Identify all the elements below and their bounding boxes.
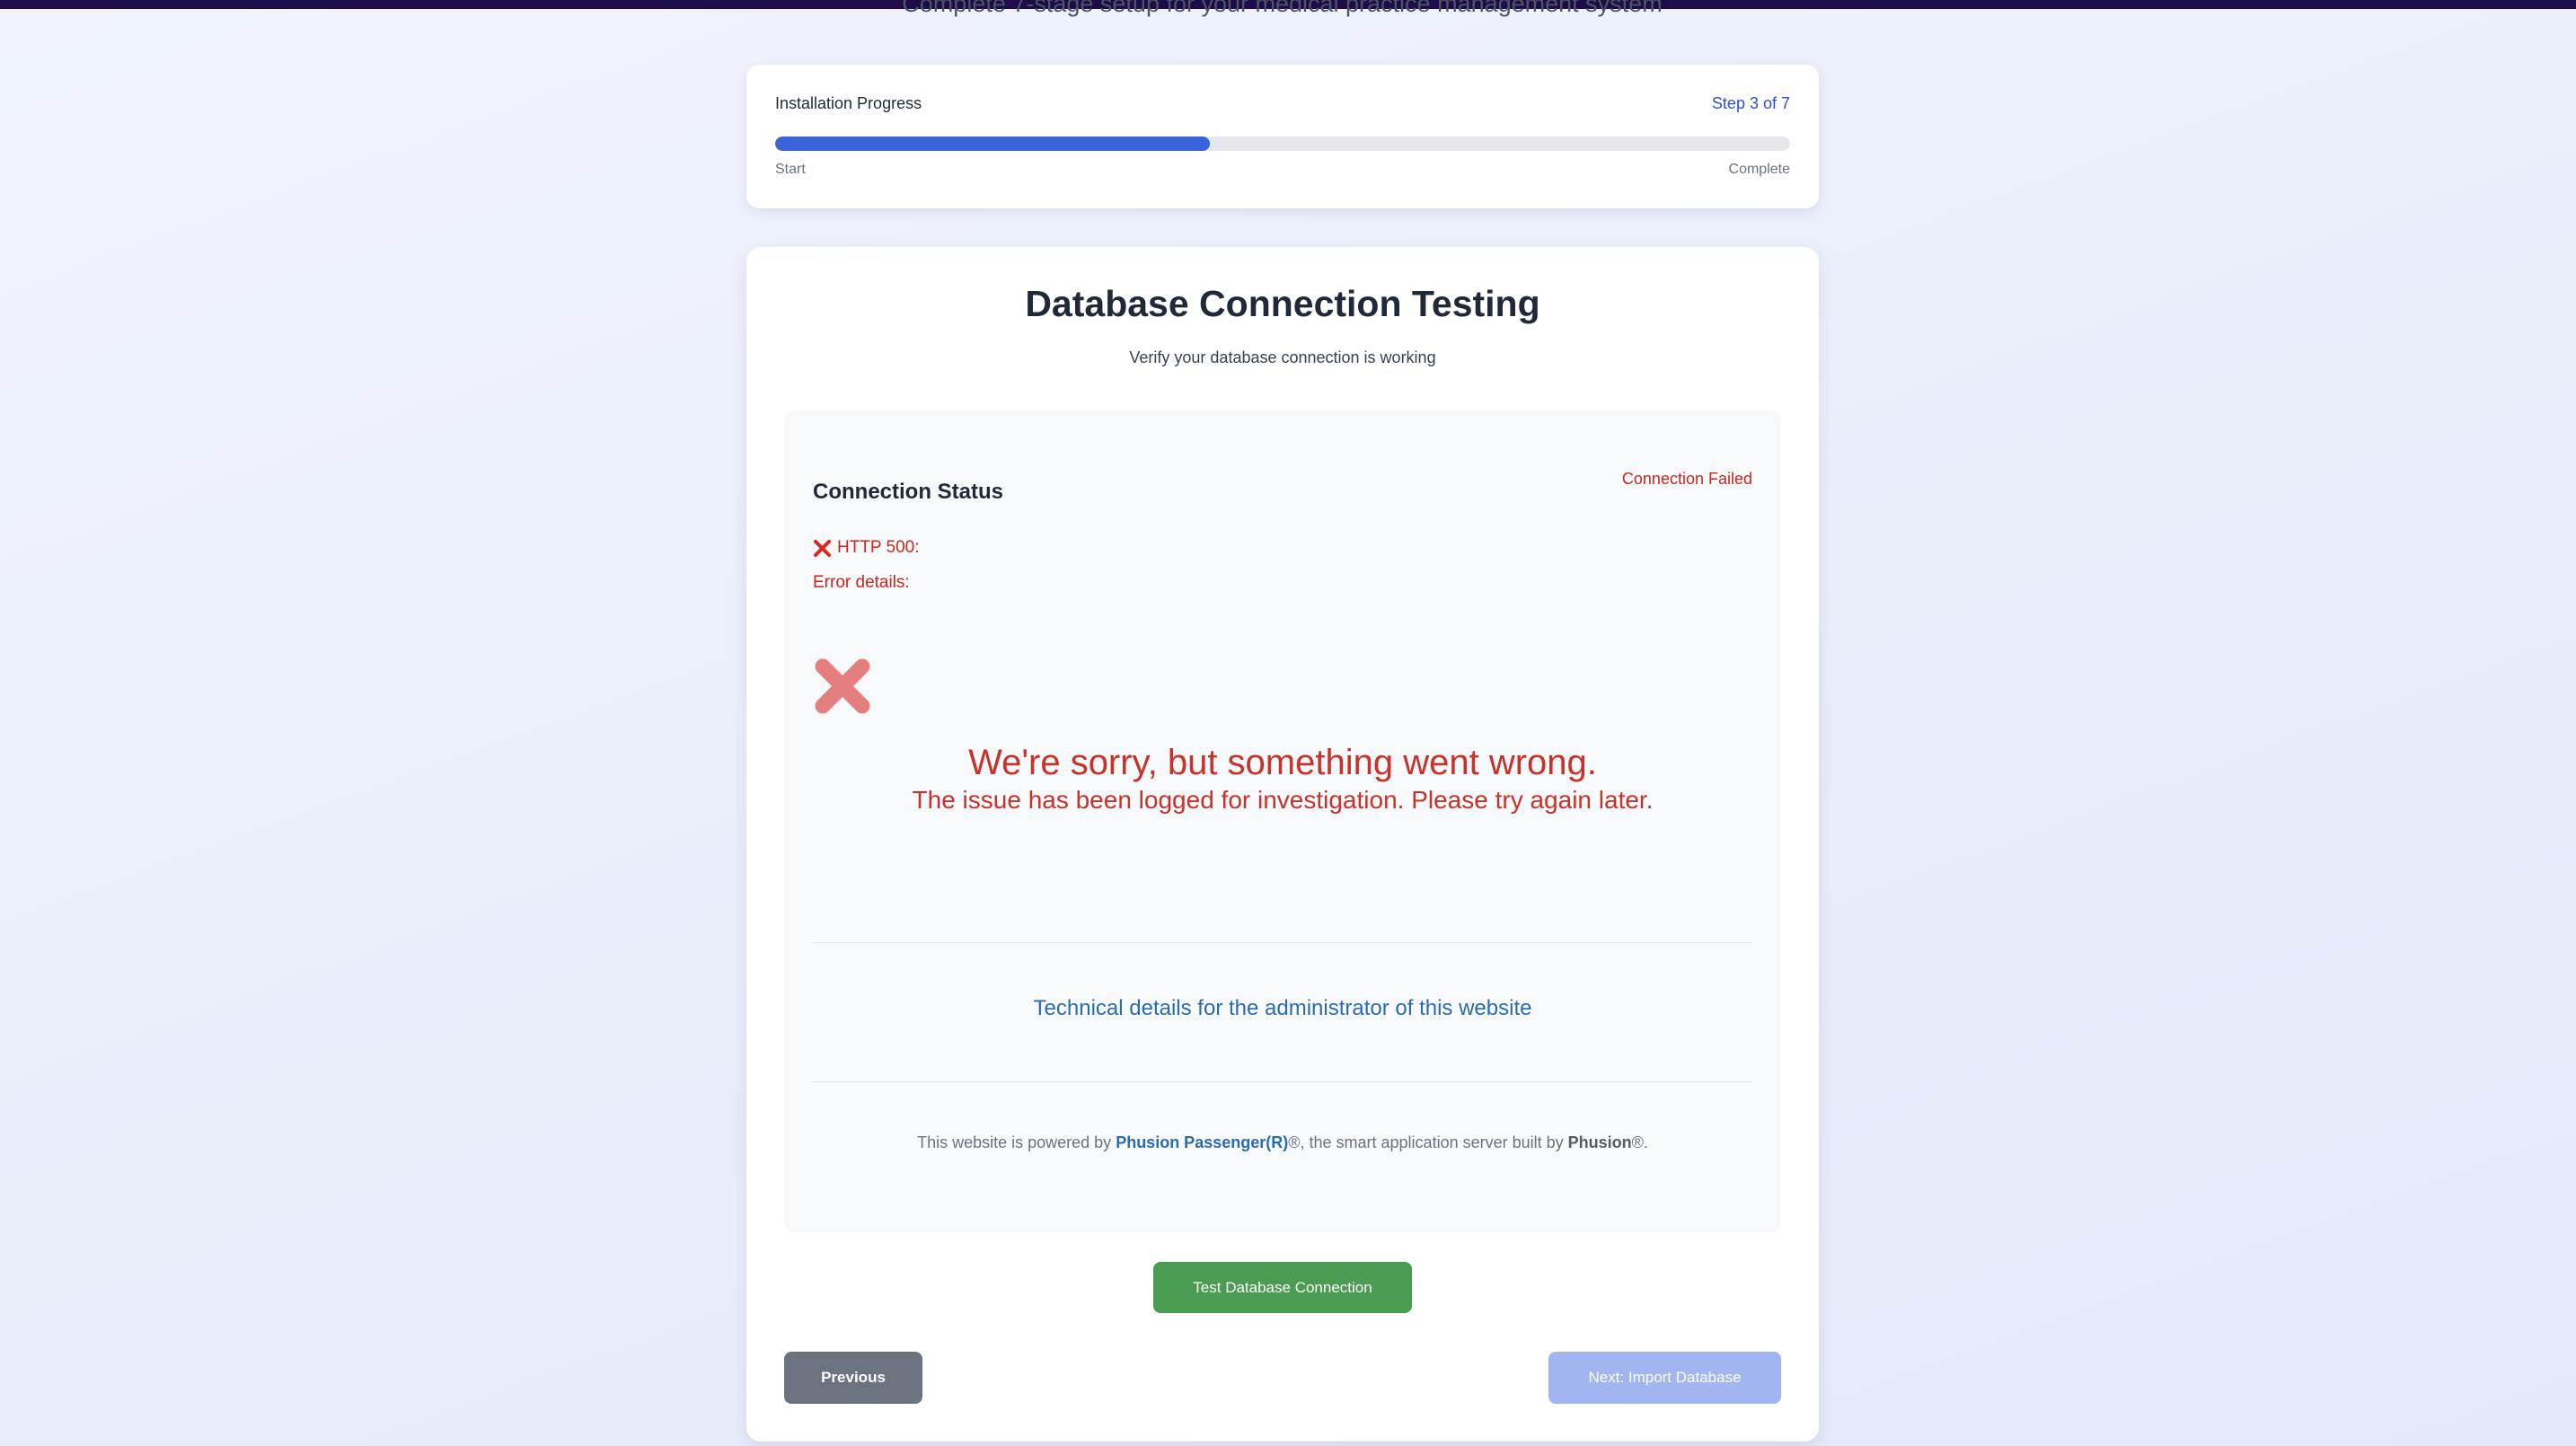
large-x-icon bbox=[812, 656, 873, 717]
connection-status-panel: Connection Status Connection Failed HTTP… bbox=[784, 410, 1781, 1232]
error-message: The issue has been logged for investigat… bbox=[912, 786, 1654, 814]
error-details-label: Error details: bbox=[813, 573, 910, 592]
progress-start-label: Start bbox=[775, 162, 806, 177]
progress-step-label: Step 3 of 7 bbox=[1711, 94, 1790, 112]
phusion-passenger-link[interactable]: Phusion Passenger(R) bbox=[1116, 1133, 1288, 1151]
phusion-brand: Phusion bbox=[1567, 1133, 1632, 1151]
http-error-line: HTTP 500: bbox=[813, 538, 920, 558]
step-card: Database Connection Testing Verify your … bbox=[746, 247, 1819, 1442]
step-title: Database Connection Testing bbox=[1025, 283, 1540, 324]
page-subtitle: Complete 7-stage setup for your medical … bbox=[902, 0, 1663, 17]
powered-suffix: ®. bbox=[1631, 1133, 1648, 1151]
progress-bar bbox=[775, 137, 1790, 151]
divider bbox=[813, 1081, 1752, 1082]
x-icon bbox=[813, 539, 832, 558]
progress-title: Installation Progress bbox=[775, 94, 922, 112]
connection-status-badge: Connection Failed bbox=[1621, 470, 1752, 488]
test-connection-button[interactable]: Test Database Connection bbox=[1153, 1262, 1412, 1313]
next-import-database-button[interactable]: Next: Import Database bbox=[1548, 1352, 1781, 1404]
previous-button[interactable]: Previous bbox=[784, 1352, 922, 1404]
connection-status-heading: Connection Status bbox=[813, 480, 1004, 504]
progress-end-label: Complete bbox=[1728, 162, 1790, 177]
powered-middle: ®, the smart application server built by bbox=[1288, 1133, 1568, 1151]
progress-card: Installation Progress Step 3 of 7 Start … bbox=[746, 65, 1819, 208]
error-headline: We're sorry, but something went wrong. bbox=[968, 743, 1597, 782]
http-error-text: HTTP 500: bbox=[837, 538, 920, 557]
powered-prefix: This website is powered by bbox=[917, 1133, 1116, 1151]
step-subtitle: Verify your database connection is worki… bbox=[1129, 348, 1436, 366]
technical-details-link[interactable]: Technical details for the administrator … bbox=[784, 996, 1781, 1021]
divider bbox=[813, 942, 1752, 943]
progress-bar-fill bbox=[775, 137, 1211, 151]
powered-by-text: This website is powered by Phusion Passe… bbox=[784, 1133, 1781, 1152]
